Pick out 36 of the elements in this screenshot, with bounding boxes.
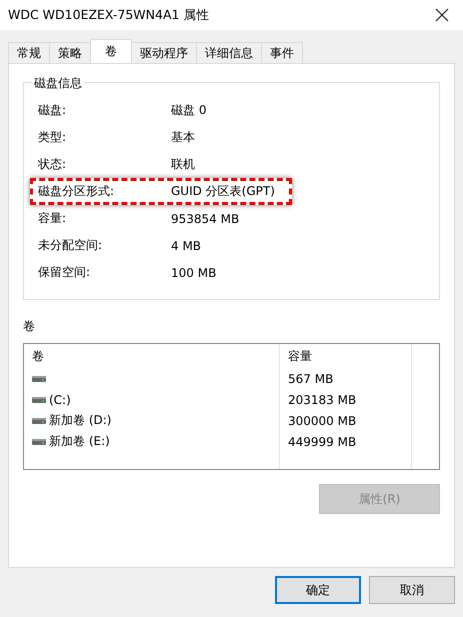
tab[interactable]: 卷 xyxy=(90,39,132,63)
table-cell: 新加卷 (D:) xyxy=(49,412,112,429)
field-label: 状态: xyxy=(38,156,68,173)
table-cell: 300000 MB xyxy=(280,410,412,431)
section-title: 卷 xyxy=(23,318,36,335)
field-label: 类型: xyxy=(38,129,68,146)
tab[interactable]: 事件 xyxy=(261,42,303,63)
drive-icon xyxy=(32,396,46,402)
table-cell: 449999 MB xyxy=(280,431,412,452)
group-title: 磁盘信息 xyxy=(32,75,84,92)
dialog-button[interactable]: 取消 xyxy=(369,576,455,604)
table-cell: 新加卷 (E:) xyxy=(49,433,110,450)
field-value: 磁盘 0 xyxy=(171,102,206,119)
table-cell: 567 MB xyxy=(280,368,412,389)
field-value: GUID 分区表(GPT) xyxy=(171,183,275,200)
column-header[interactable]: 卷 xyxy=(24,344,280,368)
field-value: 100 MB xyxy=(171,266,216,280)
field-label: 未分配空间: xyxy=(38,237,104,254)
drive-icon xyxy=(32,438,46,444)
close-icon[interactable] xyxy=(435,8,449,22)
dialog-button[interactable]: 确定 xyxy=(275,576,361,604)
column-header[interactable]: 容量 xyxy=(280,344,412,368)
field-label: 磁盘: xyxy=(38,102,68,119)
field-value: 4 MB xyxy=(171,238,202,252)
field-label: 保留空间: xyxy=(38,264,92,281)
table-cell: 203183 MB xyxy=(280,389,412,410)
field-value: 953854 MB xyxy=(171,212,240,226)
field-label: 磁盘分区形式: xyxy=(38,183,116,200)
tab[interactable]: 常规 xyxy=(8,42,50,63)
field-value: 联机 xyxy=(171,156,195,173)
drive-icon xyxy=(32,376,46,382)
field-value: 基本 xyxy=(171,129,195,146)
field-label: 容量: xyxy=(38,210,68,227)
drive-icon xyxy=(32,418,46,424)
window-title: WDC WD10EZEX-75WN4A1 属性 xyxy=(8,6,210,24)
table-cell: (C:) xyxy=(49,392,71,406)
